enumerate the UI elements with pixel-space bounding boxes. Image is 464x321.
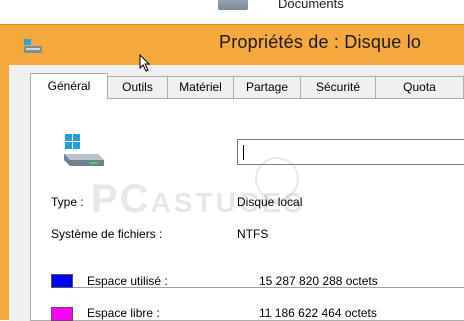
tab-materiel[interactable]: Matériel — [167, 76, 234, 98]
tab-outils[interactable]: Outils — [107, 76, 168, 98]
background-window-label: Documents — [278, 0, 344, 11]
hard-drive-icon — [64, 134, 104, 166]
tab-securite[interactable]: Sécurité — [300, 76, 376, 98]
free-space-value: 11 186 622 464 octets — [259, 306, 377, 320]
type-label: Type : — [51, 195, 84, 209]
title-bar[interactable]: Propriétés de : Disque lo — [0, 25, 464, 65]
tab-general[interactable]: Général — [30, 73, 108, 99]
used-space-value: 15 287 820 288 octets — [259, 274, 378, 288]
properties-dialog: Propriétés de : Disque lo Général Outils… — [0, 24, 464, 321]
mouse-pointer-icon — [139, 54, 151, 72]
used-space-label: Espace utilisé : — [87, 274, 168, 288]
folder-icon — [218, 0, 248, 10]
general-tab-panel: PCASTUCES Type : Disque local Système de… — [30, 98, 464, 321]
filesystem-value: NTFS — [237, 227, 269, 241]
window-title: Propriétés de : Disque lo — [219, 32, 422, 52]
tab-partage[interactable]: Partage — [233, 76, 301, 98]
text-caret — [243, 145, 244, 160]
dialog-client-area: Général Outils Matériel Partage Sécurité… — [9, 65, 464, 321]
type-value: Disque local — [237, 195, 303, 209]
background-window: Documents — [0, 0, 464, 24]
filesystem-label: Système de fichiers : — [51, 227, 163, 241]
watermark-big: PC — [91, 177, 151, 221]
tab-quota[interactable]: Quota — [375, 76, 464, 98]
used-space-swatch — [51, 274, 73, 288]
free-space-label: Espace libre : — [87, 306, 160, 320]
drive-app-icon — [24, 39, 42, 53]
free-space-swatch — [51, 307, 73, 321]
tab-strip: Général Outils Matériel Partage Sécurité… — [30, 71, 464, 99]
